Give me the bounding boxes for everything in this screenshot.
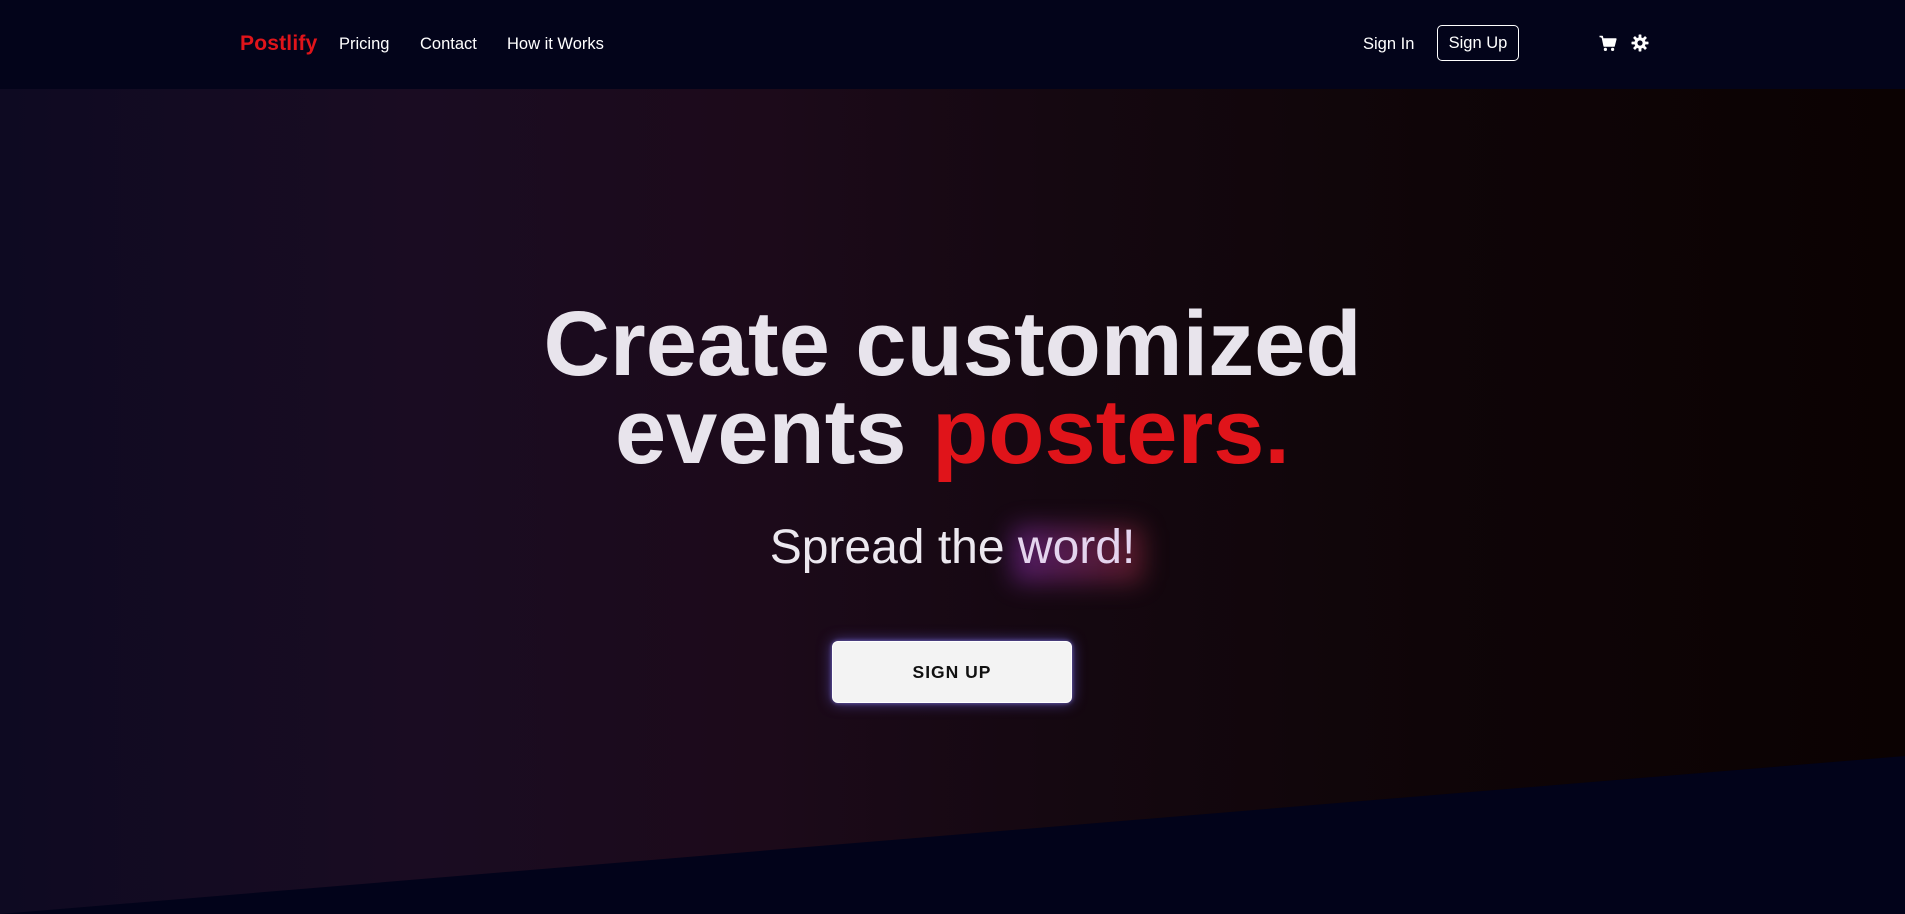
nav-link-contact[interactable]: Contact — [420, 35, 477, 54]
sign-in-link[interactable]: Sign In — [1363, 35, 1414, 54]
cart-icon — [1599, 35, 1617, 51]
headline-accent-word: posters. — [932, 381, 1290, 483]
cart-button[interactable] — [1598, 33, 1618, 53]
subline-glow-word: word! — [1017, 521, 1136, 574]
sign-up-button[interactable]: Sign Up — [1437, 25, 1519, 61]
hero-subline: Spread the word! — [0, 520, 1905, 575]
headline-line-1: Create customized — [543, 293, 1362, 395]
nav-link-how-it-works[interactable]: How it Works — [507, 35, 604, 54]
hero-headline: Create customized events posters. — [0, 298, 1905, 478]
page: Postlify Pricing Contact How it Works Si… — [0, 0, 1905, 914]
theme-toggle-button[interactable] — [1630, 33, 1650, 53]
top-navbar: Postlify Pricing Contact How it Works Si… — [0, 0, 1905, 89]
brand-logo-link[interactable]: Postlify — [240, 32, 317, 56]
nav-link-pricing[interactable]: Pricing — [339, 35, 389, 54]
hero-section — [0, 89, 1905, 914]
sun-gear-icon — [1631, 34, 1649, 52]
hero-sign-up-button[interactable]: SIGN UP — [832, 641, 1072, 703]
subline-text: Spread the — [769, 521, 1018, 574]
headline-line-2-plain: events — [615, 381, 933, 483]
